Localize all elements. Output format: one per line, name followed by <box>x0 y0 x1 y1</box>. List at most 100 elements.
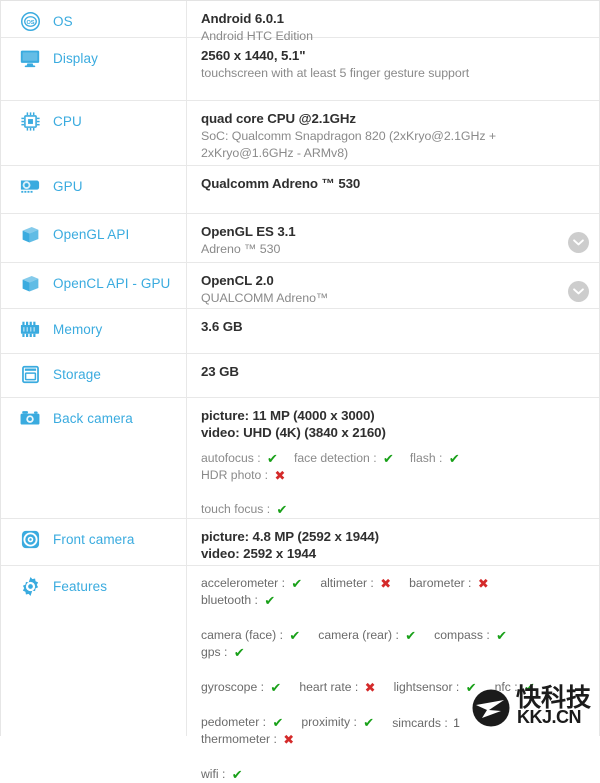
spec-label-cpu: CPU <box>53 111 82 133</box>
check-icon: ✔ <box>272 715 283 730</box>
features-flag-heart-rate: heart rate : ✖ <box>299 679 375 696</box>
spec-value-cell-display: 2560 x 1440, 5.1"touchscreen with at lea… <box>187 38 599 100</box>
flag-label: thermometer <box>201 732 270 746</box>
spec-row-storage: Storage 23 GB <box>1 354 599 398</box>
flag-label: compass <box>434 628 483 642</box>
features-flag-line: camera (face) : ✔camera (rear) : ✔compas… <box>201 627 565 661</box>
features-flag-camera-face-: camera (face) : ✔ <box>201 627 300 644</box>
flag-label: lightsensor <box>394 680 453 694</box>
chevron-down-icon <box>573 288 584 295</box>
spec-label-cell-memory: Memory <box>1 309 187 353</box>
spec-row-display: Display2560 x 1440, 5.1"touchscreen with… <box>1 38 599 101</box>
check-icon: ✔ <box>466 680 477 695</box>
flag-label: gps <box>201 645 221 659</box>
storage-icon <box>19 363 41 385</box>
features-flag-proximity: proximity : ✔ <box>301 714 374 731</box>
check-icon: ✔ <box>449 451 460 466</box>
flag-label: camera (face) <box>201 628 276 642</box>
cpu-icon <box>19 110 41 132</box>
chevron-down-icon <box>573 239 584 246</box>
spec-label-front-camera: Front camera <box>53 529 134 551</box>
features-flag-bluetooth: bluetooth : ✔ <box>201 592 275 609</box>
spec-label-cell-back-camera: Back camera <box>1 398 187 518</box>
spec-value-main-front-camera: picture: 4.8 MP (2592 x 1944) <box>201 528 565 545</box>
features-flag-group: accelerometer : ✔altimeter : ✖barometer … <box>201 575 565 783</box>
spec-label-cell-opencl-api-gpu: OpenCL API - GPU <box>1 263 187 308</box>
cross-icon: ✖ <box>274 468 285 483</box>
spec-value-main-opengl-api: OpenGL ES 3.1 <box>201 223 565 240</box>
spec-value-main-memory: 3.6 GB <box>201 318 565 335</box>
flag-label: simcards <box>392 716 441 730</box>
flag-label: heart rate <box>299 680 351 694</box>
spec-value-main-cpu: quad core CPU @2.1GHz <box>201 110 565 127</box>
flag-label: face detection <box>294 451 370 465</box>
features-flag-line: pedometer : ✔proximity : ✔simcards : 1th… <box>201 714 565 748</box>
spec-label-cell-display: Display <box>1 38 187 100</box>
cube-icon <box>19 223 41 245</box>
spec-label-cell-os: OSOS <box>1 1 187 37</box>
os-icon: OS <box>19 10 41 32</box>
spec-label-cell-storage: Storage <box>1 354 187 397</box>
svg-text:OS: OS <box>26 19 34 25</box>
spec-value-cell-gpu: Qualcomm Adreno ™ 530 <box>187 166 599 213</box>
spec-row-memory: Memory 3.6 GB <box>1 309 599 354</box>
expand-toggle-opengl-api[interactable] <box>568 232 589 253</box>
features-flag-line: gyroscope : ✔heart rate : ✖lightsensor :… <box>201 679 565 696</box>
back-camera-flag-touch-focus: touch focus : ✔ <box>201 501 287 518</box>
front-camera-icon <box>19 528 41 550</box>
spec-label-gpu: GPU <box>53 176 83 198</box>
spec-label-cell-features: Features <box>1 566 187 736</box>
back-camera-icon <box>19 407 41 429</box>
features-flag-pedometer: pedometer : ✔ <box>201 714 283 731</box>
spec-value-cell-opengl-api: OpenGL ES 3.1Adreno ™ 530 <box>187 214 599 262</box>
flag-label: proximity <box>301 715 350 729</box>
spec-value-sub-opencl-api-gpu: QUALCOMM Adreno™ <box>201 290 565 307</box>
spec-label-features: Features <box>53 576 107 598</box>
flag-label: flash <box>410 451 436 465</box>
spec-value-main-storage: 23 GB <box>201 363 565 380</box>
features-flag-thermometer: thermometer : ✖ <box>201 731 294 748</box>
spec-row-cpu: CPU quad core CPU @2.1GHzSoC: Qualcomm Sn… <box>1 101 599 166</box>
flag-label: autofocus <box>201 451 254 465</box>
check-icon: ✔ <box>405 628 416 643</box>
cross-icon: ✖ <box>283 732 294 747</box>
spec-label-memory: Memory <box>53 319 102 341</box>
flag-label: wifi <box>201 767 219 781</box>
spec-table: OSOSAndroid 6.0.1Android HTC EditionDisp… <box>0 0 600 736</box>
cross-icon: ✖ <box>478 576 489 591</box>
spec-label-cell-cpu: CPU <box>1 101 187 165</box>
spec-value-main2-back-camera: video: UHD (4K) (3840 x 2160) <box>201 424 565 441</box>
memory-icon <box>19 318 41 340</box>
spec-value-main-gpu: Qualcomm Adreno ™ 530 <box>201 175 565 192</box>
check-icon: ✔ <box>232 767 243 782</box>
flag-label: accelerometer <box>201 576 278 590</box>
spec-value-cell-os: Android 6.0.1Android HTC Edition <box>187 1 599 37</box>
flag-label: touch focus <box>201 502 263 516</box>
check-icon: ✔ <box>496 628 507 643</box>
spec-label-cell-front-camera: Front camera <box>1 519 187 565</box>
check-icon: ✔ <box>267 451 278 466</box>
spec-value-main-opencl-api-gpu: OpenCL 2.0 <box>201 272 565 289</box>
features-flag-compass: compass : ✔ <box>434 627 507 644</box>
spec-row-opengl-api: OpenGL API OpenGL ES 3.1Adreno ™ 530 <box>1 214 599 263</box>
spec-label-cell-opengl-api: OpenGL API <box>1 214 187 262</box>
flag-label: nfc <box>495 680 511 694</box>
features-flag-wifi: wifi : ✔ <box>201 766 243 783</box>
spec-value-sub-opengl-api: Adreno ™ 530 <box>201 241 565 258</box>
features-flag-line: wifi : ✔ <box>201 766 565 783</box>
spec-value-sub-cpu: SoC: Qualcomm Snapdragon 820 (2xKryo@2.1… <box>201 128 565 161</box>
flag-label: altimeter <box>320 576 367 590</box>
features-flag-line: accelerometer : ✔altimeter : ✖barometer … <box>201 575 565 609</box>
spec-value-main-display: 2560 x 1440, 5.1" <box>201 47 565 64</box>
spec-label-opengl-api: OpenGL API <box>53 224 129 246</box>
expand-toggle-opencl-api-gpu[interactable] <box>568 281 589 302</box>
spec-label-cell-gpu: GPU <box>1 166 187 213</box>
spec-row-opencl-api-gpu: OpenCL API - GPU OpenCL 2.0QUALCOMM Adren… <box>1 263 599 309</box>
check-icon: ✔ <box>270 680 281 695</box>
cube-icon <box>19 272 41 294</box>
features-flag-accelerometer: accelerometer : ✔ <box>201 575 302 592</box>
back-camera-flag-hdr-photo: HDR photo : ✖ <box>201 467 285 484</box>
back-camera-flag-autofocus: autofocus : ✔ <box>201 450 278 467</box>
gpu-icon <box>19 175 41 197</box>
flag-label: gyroscope <box>201 680 257 694</box>
